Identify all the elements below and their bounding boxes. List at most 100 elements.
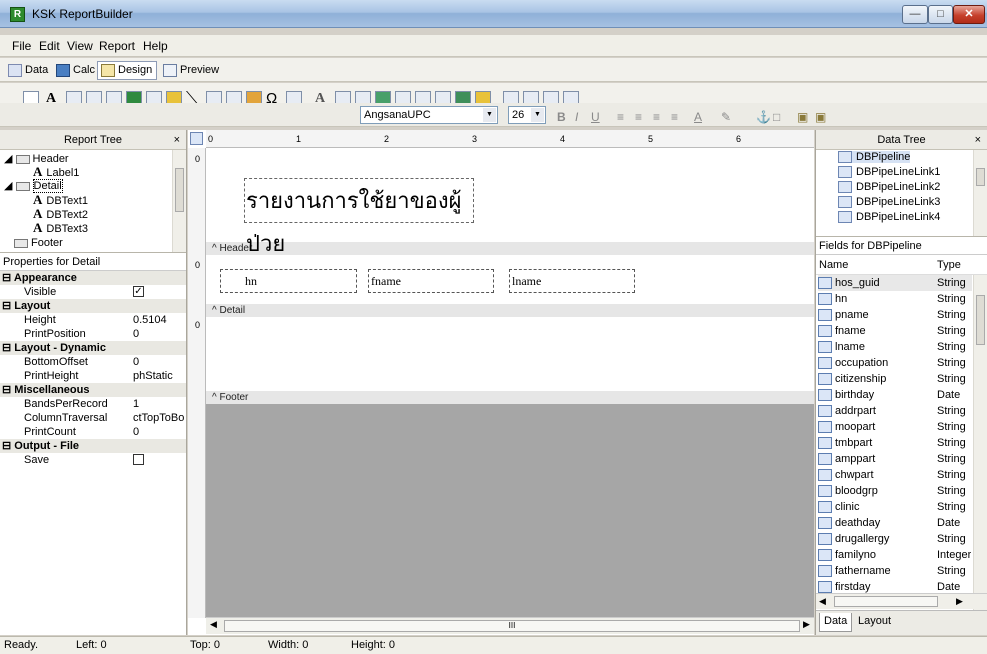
bring-to-front-icon[interactable]: ▣	[797, 110, 808, 124]
prop-value[interactable]: 0	[133, 425, 139, 439]
fields-vertical-scrollbar[interactable]	[973, 275, 987, 613]
prop-value[interactable]: 1	[133, 397, 139, 411]
header-band[interactable]: ^ Header	[206, 242, 814, 255]
fields-horizontal-scrollbar[interactable]: ◀ ▶	[816, 593, 987, 609]
prop-category[interactable]: ⊟ Layout - Dynamic	[0, 341, 186, 355]
column-name-header[interactable]: Name	[819, 255, 848, 275]
menu-file[interactable]: File	[12, 39, 31, 53]
prop-value[interactable]: 0	[133, 355, 139, 369]
field-row[interactable]: fname String	[818, 323, 972, 339]
prop-row[interactable]: PrintPosition 0	[0, 327, 186, 341]
tab-layout-panel[interactable]: Layout	[854, 615, 895, 627]
field-row[interactable]: clinic String	[818, 499, 972, 515]
send-to-back-icon[interactable]: ▣	[815, 110, 826, 124]
prop-value[interactable]: phStatic	[133, 369, 173, 383]
prop-category[interactable]: ⊟ Miscellaneous	[0, 383, 186, 397]
data-tree-item[interactable]: DBPipeline	[838, 151, 911, 164]
save-checkbox[interactable]	[133, 454, 144, 465]
menu-report[interactable]: Report	[99, 39, 135, 53]
ruler-unit-icon[interactable]	[190, 132, 203, 145]
prop-row[interactable]: BandsPerRecord 1	[0, 397, 186, 411]
tab-data[interactable]: Data	[4, 61, 53, 80]
dbtext-lname[interactable]: lname	[509, 269, 635, 293]
prop-row[interactable]: PrintHeight phStatic	[0, 369, 186, 383]
menu-view[interactable]: View	[67, 39, 93, 53]
field-row[interactable]: addrpart String	[818, 403, 972, 419]
tree-node-footer[interactable]: Footer	[14, 237, 63, 249]
field-row[interactable]: amppart String	[818, 451, 972, 467]
close-icon[interactable]: ×	[174, 130, 180, 150]
prop-row[interactable]: Height 0.5104	[0, 313, 186, 327]
scroll-thumb[interactable]	[976, 168, 985, 186]
scroll-left-icon[interactable]: ◀	[210, 619, 217, 630]
tab-preview[interactable]: Preview	[159, 61, 224, 80]
footer-band[interactable]: ^ Footer	[206, 391, 814, 404]
report-title-label[interactable]: รายงานการใช้ยาของผู้ป่วย	[244, 178, 474, 256]
tree-node-dbtext3[interactable]: A DBText3	[33, 220, 88, 236]
font-color-icon[interactable]: A	[694, 110, 702, 124]
data-tree-item[interactable]: DBPipeLineLink2	[838, 181, 940, 194]
bold-icon[interactable]: B	[557, 110, 566, 124]
prop-category[interactable]: ⊟ Output - File	[0, 439, 186, 453]
tab-design[interactable]: Design	[97, 61, 158, 80]
prop-value[interactable]: ctTopToBo	[133, 411, 184, 425]
field-row[interactable]: drugallergy String	[818, 531, 972, 547]
data-tree-item[interactable]: DBPipeLineLink4	[838, 211, 940, 224]
field-row[interactable]: pname String	[818, 307, 972, 323]
tree-scrollbar[interactable]	[172, 150, 186, 252]
field-row[interactable]: hos_guid String	[818, 275, 972, 291]
field-row[interactable]: lname String	[818, 339, 972, 355]
field-row[interactable]: occupation String	[818, 355, 972, 371]
align-left-icon[interactable]: ≡	[617, 110, 624, 124]
field-row[interactable]: tmbpart String	[818, 435, 972, 451]
column-type-header[interactable]: Type	[937, 255, 961, 275]
prop-value[interactable]: 0	[133, 327, 139, 341]
field-row[interactable]: hn String	[818, 291, 972, 307]
field-row[interactable]: chwpart String	[818, 467, 972, 483]
justify-icon[interactable]: ≡	[671, 110, 678, 124]
field-row[interactable]: citizenship String	[818, 371, 972, 387]
prop-row[interactable]: PrintCount 0	[0, 425, 186, 439]
menu-edit[interactable]: Edit	[39, 39, 60, 53]
data-tree-item[interactable]: DBPipeLineLink1	[838, 166, 940, 179]
scroll-thumb[interactable]	[976, 295, 985, 345]
tree-node-detail[interactable]: ◢ Detail	[4, 179, 63, 193]
underline-icon[interactable]: U	[591, 110, 600, 124]
field-row[interactable]: deathday Date	[818, 515, 972, 531]
data-tree-scrollbar[interactable]	[973, 150, 987, 236]
border-icon[interactable]: □	[773, 110, 780, 124]
scroll-thumb[interactable]	[834, 596, 938, 607]
italic-icon[interactable]: I	[575, 110, 578, 124]
highlight-color-icon[interactable]: ✎	[721, 110, 731, 124]
anchor-icon[interactable]: ⚓	[756, 110, 771, 124]
field-row[interactable]: fathername String	[818, 563, 972, 579]
dbtext-hn[interactable]: hn	[220, 269, 357, 293]
data-tree-item[interactable]: DBPipeLineLink3	[838, 196, 940, 209]
scroll-right-icon[interactable]: ▶	[956, 596, 963, 607]
close-button[interactable]: ✕	[953, 5, 985, 24]
prop-row[interactable]: ColumnTraversal ctTopToBo	[0, 411, 186, 425]
close-icon[interactable]: ×	[975, 130, 981, 150]
prop-row[interactable]: BottomOffset 0	[0, 355, 186, 369]
field-row[interactable]: familyno Integer	[818, 547, 972, 563]
scroll-left-icon[interactable]: ◀	[819, 596, 826, 607]
field-row[interactable]: bloodgrp String	[818, 483, 972, 499]
tree-node-label1[interactable]: A Label1	[33, 164, 79, 180]
prop-category[interactable]: ⊟ Appearance	[0, 271, 186, 285]
visible-checkbox[interactable]: ✓	[133, 286, 144, 297]
tab-calc[interactable]: Calc	[52, 61, 100, 80]
scroll-thumb[interactable]	[175, 168, 184, 212]
font-name-select[interactable]: AngsanaUPC ▼	[360, 106, 498, 124]
tab-data-panel[interactable]: Data	[819, 613, 853, 632]
minimize-button[interactable]: —	[902, 5, 928, 24]
dbtext-fname[interactable]: fname	[368, 269, 494, 293]
align-right-icon[interactable]: ≡	[653, 110, 660, 124]
scroll-thumb[interactable]: III	[224, 620, 800, 632]
align-center-icon[interactable]: ≡	[635, 110, 642, 124]
field-row[interactable]: moopart String	[818, 419, 972, 435]
prop-category[interactable]: ⊟ Layout	[0, 299, 186, 313]
detail-band[interactable]: ^ Detail	[206, 304, 814, 317]
prop-value[interactable]: 0.5104	[133, 313, 167, 327]
prop-row[interactable]: Save	[0, 453, 186, 467]
scroll-right-icon[interactable]: ▶	[803, 619, 810, 630]
